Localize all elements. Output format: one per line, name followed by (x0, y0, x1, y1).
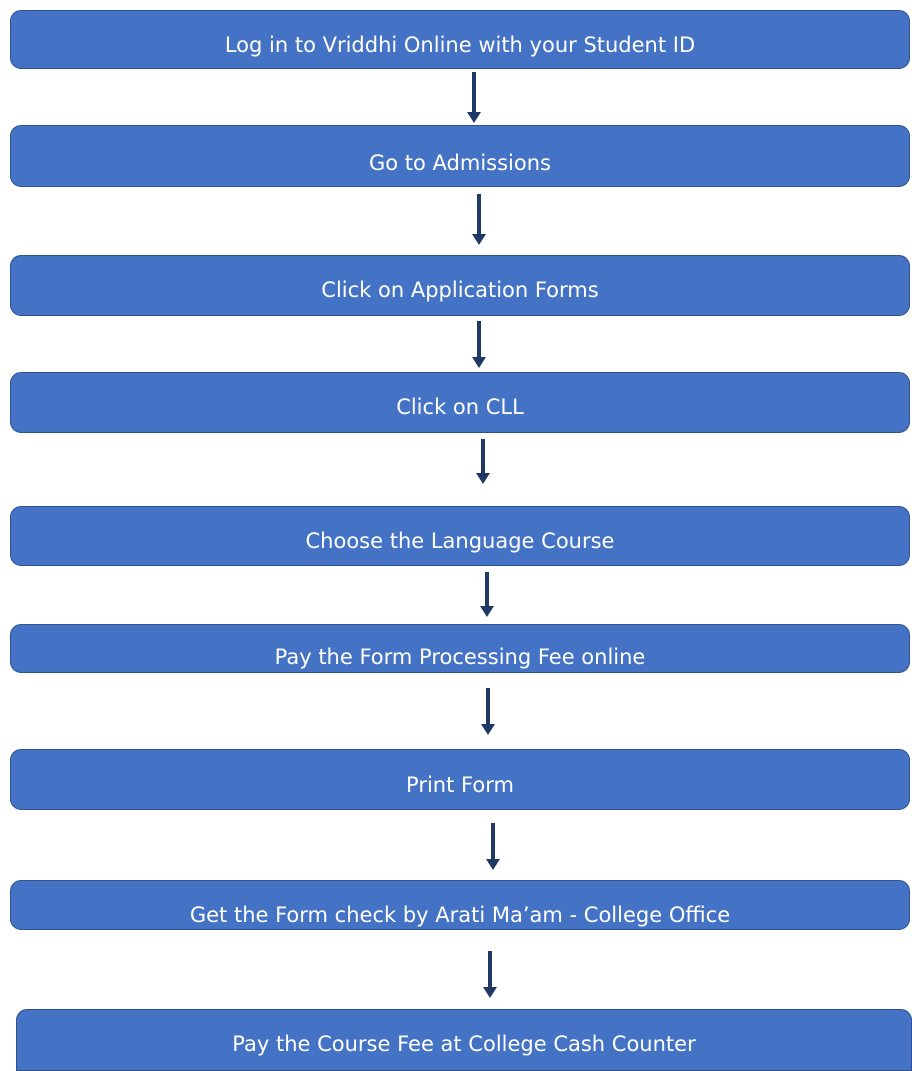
step-application-forms-label: Click on Application Forms (321, 278, 599, 302)
step-choose-language-course-label: Choose the Language Course (305, 529, 615, 553)
step-print-form: Print Form (10, 749, 910, 810)
step-form-check-label: Get the Form check by Arati Ma’am - Coll… (189, 903, 731, 927)
step-click-cll: Click on CLL (10, 372, 910, 433)
arrow-down-icon (480, 572, 494, 617)
flowchart-canvas: Log in to Vriddhi Online with your Stude… (0, 0, 912, 1071)
step-application-forms: Click on Application Forms (10, 255, 910, 316)
arrow-down-icon (486, 823, 500, 870)
step-choose-language-course: Choose the Language Course (10, 506, 910, 566)
step-click-cll-label: Click on CLL (396, 395, 524, 419)
step-pay-course-fee-label: Pay the Course Fee at College Cash Count… (232, 1032, 696, 1056)
step-pay-course-fee: Pay the Course Fee at College Cash Count… (16, 1009, 912, 1071)
step-pay-processing-fee: Pay the Form Processing Fee online (10, 624, 910, 673)
step-pay-processing-fee-label: Pay the Form Processing Fee online (274, 645, 646, 669)
arrow-down-icon (472, 194, 486, 245)
step-login: Log in to Vriddhi Online with your Stude… (10, 10, 910, 69)
arrow-down-icon (481, 688, 495, 735)
step-go-to-admissions: Go to Admissions (10, 125, 910, 187)
step-form-check: Get the Form check by Arati Ma’am - Coll… (10, 880, 910, 930)
arrow-down-icon (476, 439, 490, 484)
step-login-label: Log in to Vriddhi Online with your Stude… (224, 33, 696, 57)
step-go-to-admissions-label: Go to Admissions (369, 151, 551, 175)
arrow-down-icon (483, 951, 497, 998)
arrow-down-icon (472, 321, 486, 368)
arrow-down-icon (467, 72, 481, 123)
step-print-form-label: Print Form (406, 773, 514, 797)
